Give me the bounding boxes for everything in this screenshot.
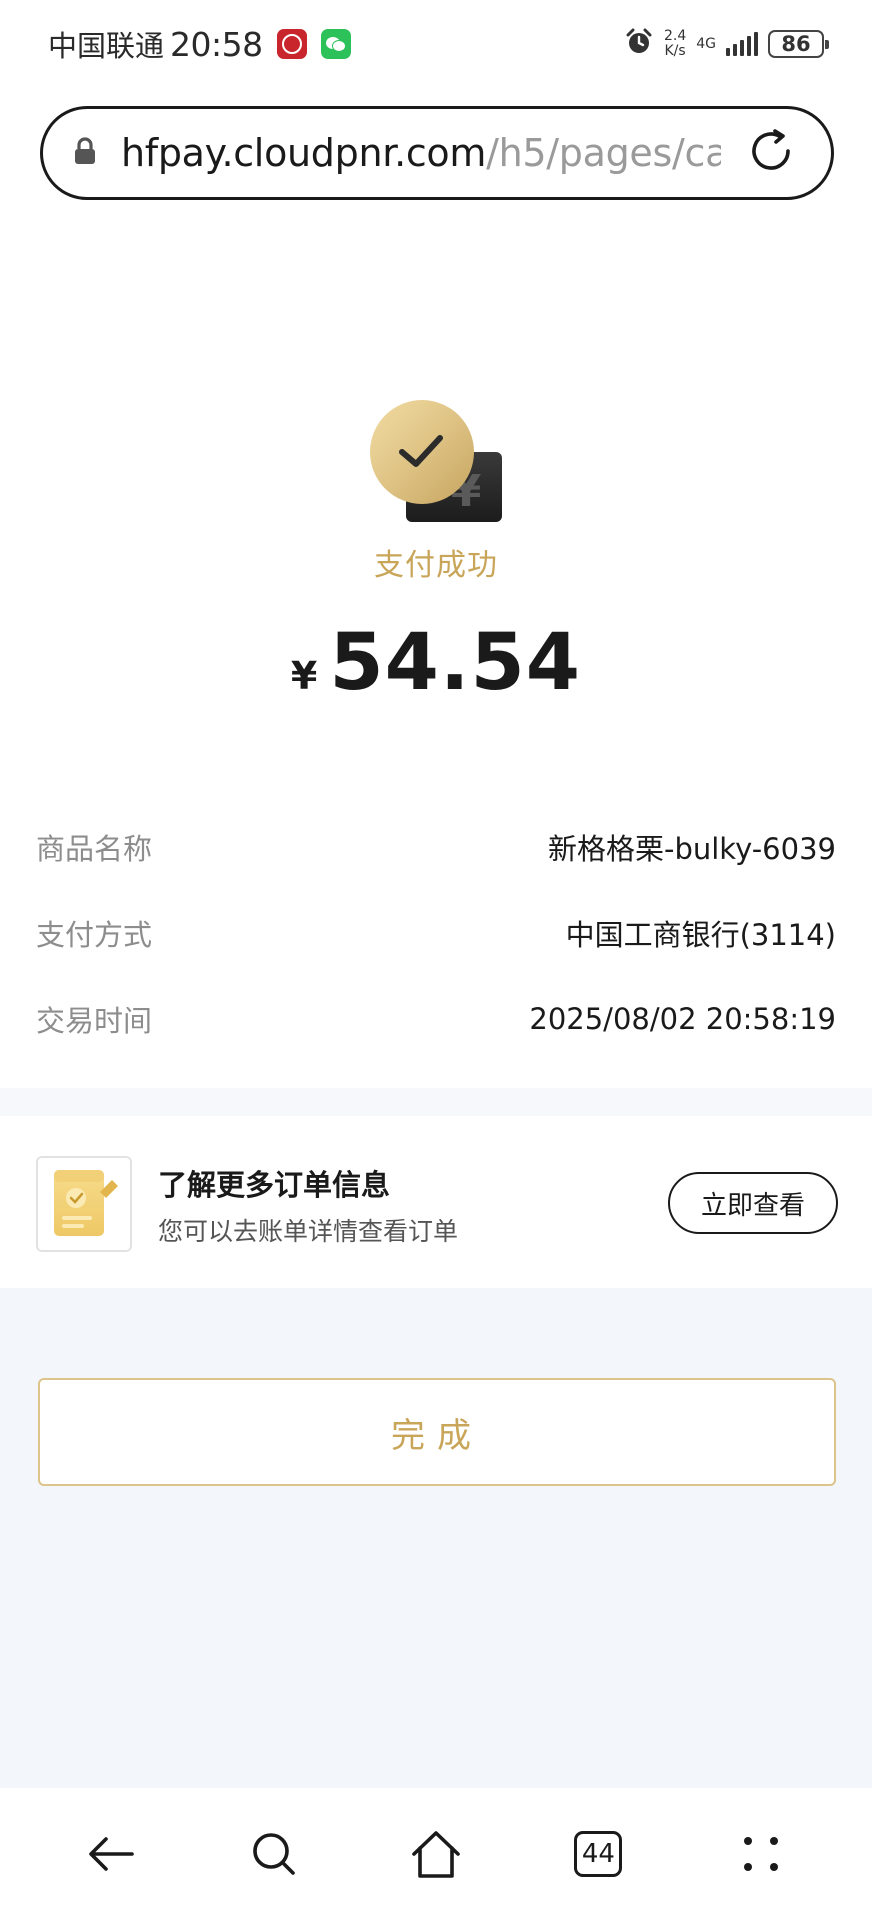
alarm-icon: [624, 27, 654, 61]
search-button[interactable]: [229, 1809, 319, 1899]
currency-symbol: ¥: [290, 654, 318, 698]
view-now-button[interactable]: 立即查看: [668, 1172, 838, 1234]
tab-count: 44: [574, 1831, 623, 1877]
wechat-icon: [320, 29, 351, 59]
payment-status-text: 支付成功: [374, 548, 498, 583]
status-bar: 中国联通 20:58 2.4 K/s 4G 86: [0, 0, 872, 88]
search-icon: [252, 1833, 295, 1875]
url-text[interactable]: hfpay.cloudpnr.com/h5/pages/casl: [121, 131, 721, 175]
menu-button[interactable]: [716, 1809, 806, 1899]
lock-icon: [73, 136, 97, 170]
page-bottom-area: [0, 1288, 872, 1788]
done-button[interactable]: 完成: [38, 1378, 836, 1486]
refresh-icon[interactable]: [747, 127, 795, 179]
network-type: 4G: [696, 35, 716, 52]
bank-app-icon: [276, 29, 307, 59]
net-speed-value: 2.4: [663, 28, 687, 44]
detail-value: 新格格栗-bulky-6039: [548, 832, 836, 866]
detail-label: 交易时间: [36, 1004, 153, 1038]
order-info-title: 了解更多订单信息: [158, 1168, 391, 1202]
order-info-card: 了解更多订单信息 您可以去账单详情查看订单 立即查看: [0, 1116, 872, 1288]
battery-indicator: 86: [768, 30, 829, 58]
order-info-subtitle: 您可以去账单详情查看订单: [158, 1217, 459, 1246]
payment-success-icon: ¥: [370, 398, 504, 528]
tabs-button[interactable]: 44: [553, 1809, 643, 1899]
url-host: hfpay.cloudpnr.com: [121, 131, 487, 175]
net-speed-unit: K/s: [664, 43, 686, 59]
signal-strength-icon: [726, 32, 758, 56]
payment-amount: ¥ 54.54: [0, 618, 872, 708]
browser-bottom-nav: 44: [0, 1788, 872, 1920]
back-button[interactable]: [66, 1809, 156, 1899]
status-indicators: 2.4 K/s 4G 86: [624, 27, 829, 61]
detail-label: 支付方式: [36, 918, 153, 952]
more-dots-icon: [743, 1837, 778, 1871]
home-button[interactable]: [391, 1809, 481, 1899]
amount-value: 54.54: [329, 618, 582, 708]
url-path: /h5/pages/casl: [486, 131, 721, 175]
home-icon: [412, 1831, 460, 1878]
section-divider: [0, 1088, 872, 1116]
detail-row-product: 商品名称 新格格栗-bulky-6039: [36, 822, 836, 872]
back-arrow-icon: [89, 1837, 134, 1871]
detail-value: 2025/08/02 20:58:19: [529, 1002, 836, 1036]
detail-label: 商品名称: [36, 832, 153, 866]
address-bar[interactable]: hfpay.cloudpnr.com/h5/pages/casl: [40, 106, 834, 200]
detail-row-transaction-time: 交易时间 2025/08/02 20:58:19: [36, 994, 836, 1044]
payment-success-page: 中国联通 20:58 2.4 K/s 4G 86 hfpay.cloudpnr.…: [0, 0, 872, 1920]
detail-row-payment-method: 支付方式 中国工商银行(3114): [36, 908, 836, 958]
network-speed: 2.4 K/s: [664, 29, 686, 59]
status-time: 20:58: [170, 24, 263, 64]
carrier-name: 中国联通: [48, 29, 165, 63]
order-document-icon: [36, 1156, 132, 1252]
detail-value: 中国工商银行(3114): [565, 918, 836, 952]
